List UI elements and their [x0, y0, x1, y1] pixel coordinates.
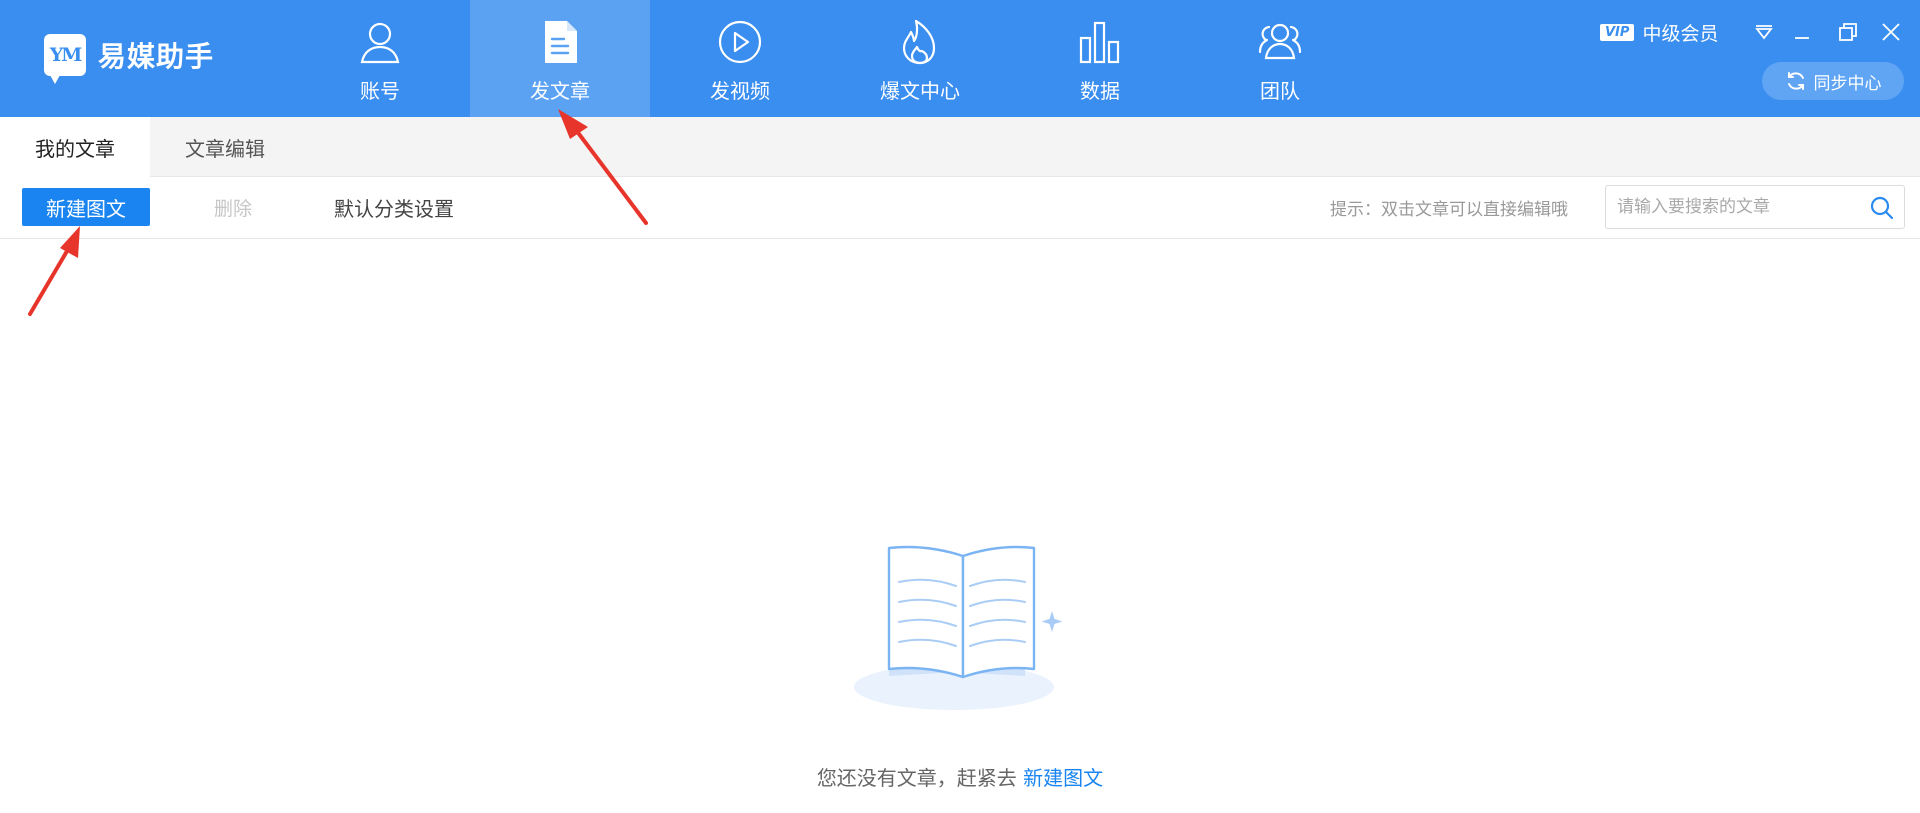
team-icon: [1258, 23, 1302, 60]
nav-article[interactable]: 发文章: [470, 0, 650, 117]
empty-state-text: 您还没有文章，赶紧去: [816, 766, 1024, 790]
nav-team[interactable]: 团队: [1190, 0, 1370, 117]
nav-video-label: 发视频: [710, 79, 770, 103]
sync-center-label: 同步中心: [1813, 73, 1882, 94]
nav-data-label: 数据: [1080, 79, 1120, 103]
minimize-icon: [1795, 37, 1809, 39]
dropdown-triangle-icon: [1755, 25, 1773, 40]
search-input[interactable]: [1606, 186, 1856, 228]
tab-my-articles[interactable]: 我的文章: [0, 117, 150, 178]
empty-state-message: 您还没有文章，赶紧去 新建图文: [0, 762, 1920, 791]
default-category-settings-button[interactable]: 默认分类设置: [334, 188, 454, 226]
empty-state-new-article-link[interactable]: 新建图文: [1023, 766, 1103, 790]
content-tabs: 我的文章 文章编辑: [0, 117, 1920, 178]
app-name: 易媒助手: [98, 40, 215, 73]
minimize-button[interactable]: [1788, 18, 1816, 46]
logo-mark-icon: YM: [44, 34, 86, 84]
open-book-icon: [854, 545, 1063, 710]
edit-hint-text: 提示：双击文章可以直接编辑哦: [1330, 199, 1568, 220]
nav-team-label: 团队: [1260, 79, 1300, 103]
restore-button[interactable]: [1834, 18, 1862, 46]
bar-chart-icon: [1079, 21, 1120, 64]
app-logo: YM 易媒助手: [44, 34, 215, 84]
main-nav: 账号 发文章 发视频 爆文中心 数据 团队: [290, 0, 1370, 117]
nav-account[interactable]: 账号: [290, 0, 470, 117]
search-icon[interactable]: [1869, 195, 1895, 221]
user-icon: [360, 22, 400, 64]
app-window: YM 易媒助手 账号 发文章 发视频 爆文中心 数据 团队 VIP 中级会员 同…: [0, 0, 1920, 813]
sync-center-button[interactable]: 同步中心: [1762, 62, 1904, 100]
restore-icon: [1839, 23, 1857, 41]
nav-video[interactable]: 发视频: [650, 0, 830, 117]
article-toolbar: 新建图文 删除 默认分类设置 提示：双击文章可以直接编辑哦: [0, 177, 1920, 239]
play-icon: [718, 20, 762, 64]
article-search-box: [1605, 185, 1905, 229]
new-article-button[interactable]: 新建图文: [22, 188, 150, 226]
tab-article-editor[interactable]: 文章编辑: [150, 117, 300, 177]
nav-article-label: 发文章: [530, 79, 590, 103]
close-button[interactable]: [1877, 18, 1905, 46]
close-icon: [1882, 23, 1900, 41]
nav-account-label: 账号: [360, 79, 400, 103]
nav-hot[interactable]: 爆文中心: [830, 0, 1010, 117]
member-level: 中级会员: [1642, 22, 1719, 45]
vip-badge: VIP: [1600, 23, 1635, 41]
document-icon: [545, 21, 577, 63]
member-status[interactable]: VIP 中级会员: [1600, 18, 1718, 46]
nav-hot-label: 爆文中心: [880, 79, 960, 103]
flame-icon: [902, 19, 936, 65]
delete-button[interactable]: 删除: [214, 188, 252, 226]
nav-data[interactable]: 数据: [1010, 0, 1190, 117]
top-header: YM 易媒助手 账号 发文章 发视频 爆文中心 数据 团队 VIP 中级会员 同…: [0, 0, 1920, 117]
sync-icon: [1787, 72, 1804, 90]
menu-dropdown-button[interactable]: [1750, 18, 1778, 46]
logo-mark-text: YM: [49, 44, 83, 66]
